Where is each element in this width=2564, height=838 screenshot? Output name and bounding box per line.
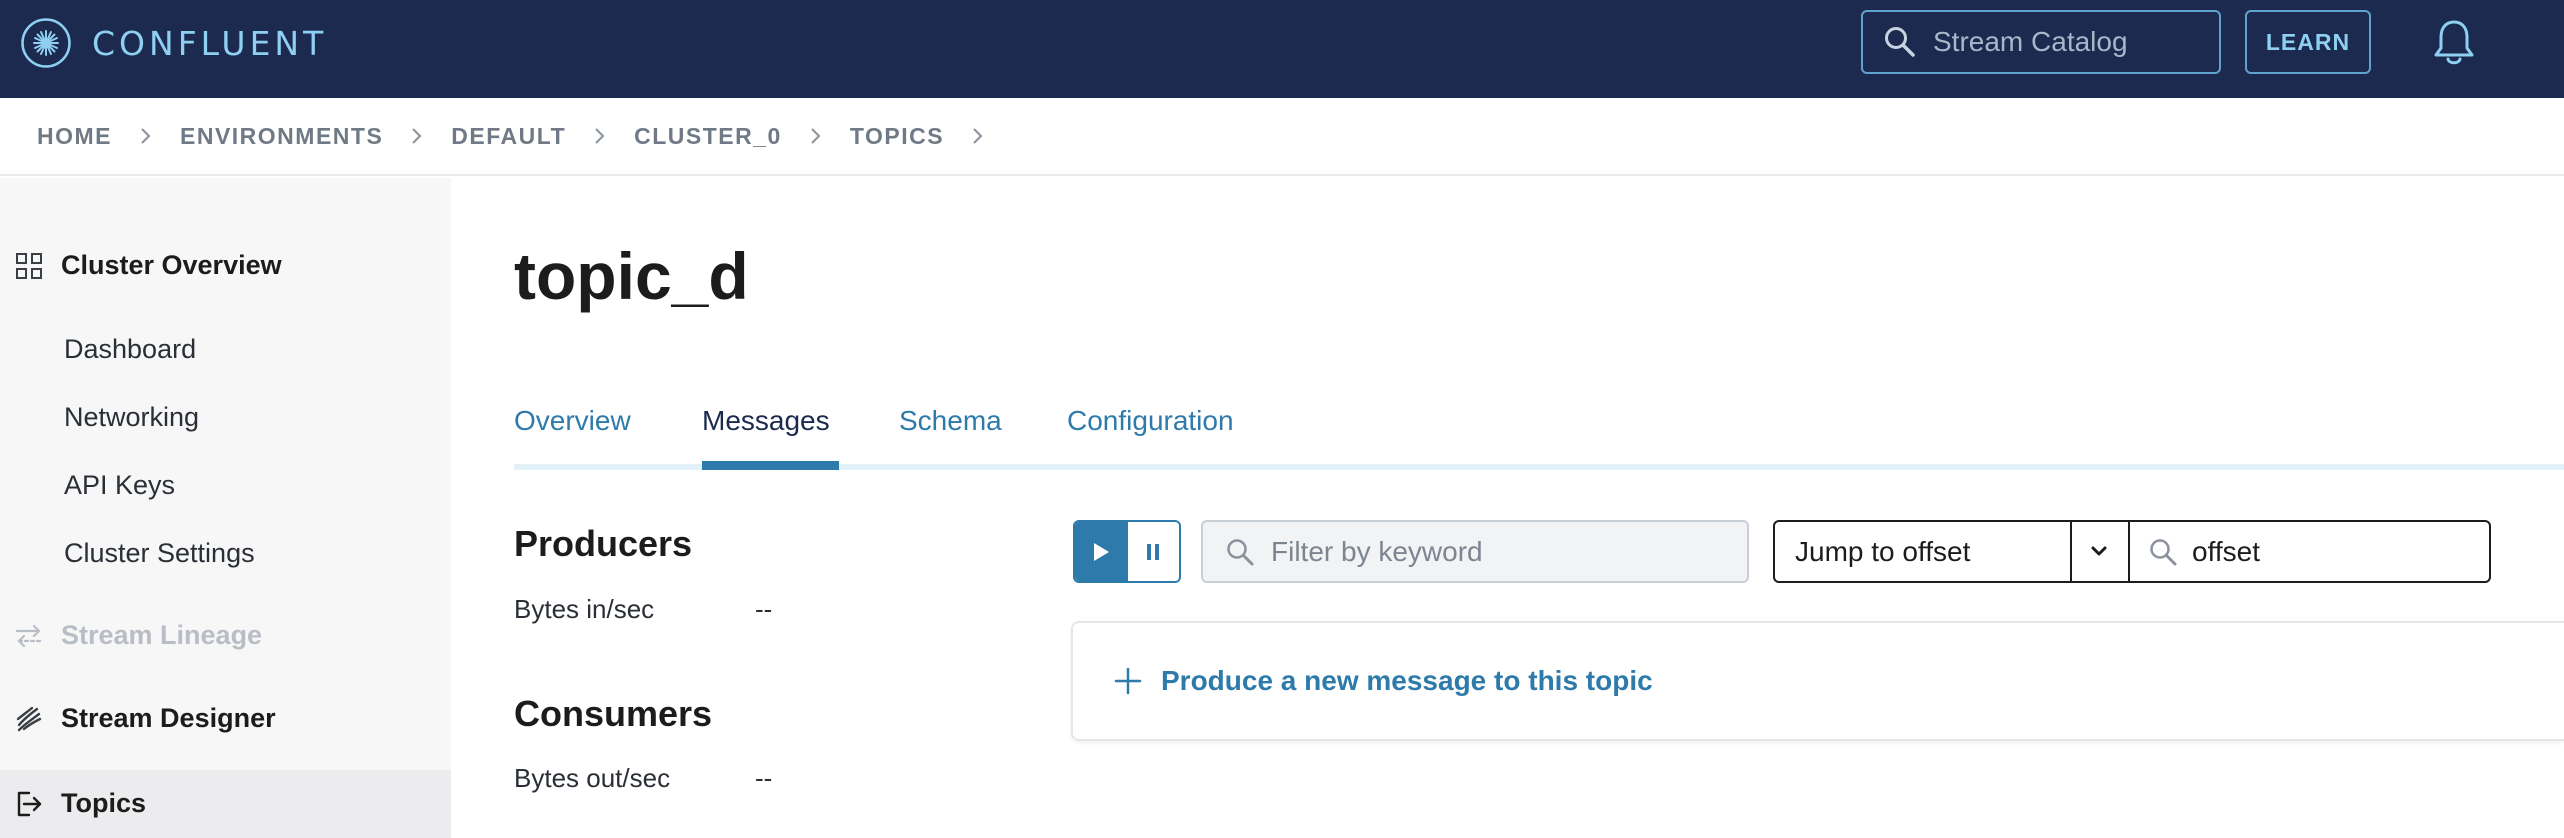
chevron-right-icon bbox=[595, 128, 605, 144]
producers-title: Producers bbox=[514, 523, 693, 564]
sidebar-item-label: Stream Designer bbox=[61, 703, 276, 733]
bytes-out-value: -- bbox=[755, 763, 773, 793]
top-navigation-bar: CONFLUENT LEARN bbox=[0, 0, 2564, 98]
breadcrumb-default[interactable]: DEFAULT bbox=[451, 123, 566, 150]
breadcrumb-environments[interactable]: ENVIRONMENTS bbox=[180, 123, 383, 150]
bytes-out-label: Bytes out/sec bbox=[514, 763, 671, 793]
confluent-logo[interactable]: CONFLUENT bbox=[20, 17, 327, 69]
jump-select-value: Jump to offset bbox=[1795, 535, 1971, 567]
search-icon bbox=[2150, 538, 2177, 565]
active-tab-indicator bbox=[702, 461, 839, 470]
produce-message-card[interactable]: Produce a new message to this topic bbox=[1071, 621, 2564, 741]
topics-icon bbox=[17, 791, 42, 816]
offset-field[interactable] bbox=[2128, 520, 2491, 583]
search-icon bbox=[1885, 27, 1915, 57]
confluent-logo-icon bbox=[21, 18, 71, 68]
sidebar-item-stream-lineage: Stream Lineage bbox=[0, 620, 262, 651]
sidebar-item-cluster-settings[interactable]: Cluster Settings bbox=[64, 538, 255, 569]
sidebar-item-label: Topics bbox=[61, 788, 147, 818]
offset-input[interactable] bbox=[2192, 535, 2472, 568]
tab-configuration[interactable]: Configuration bbox=[1067, 405, 1234, 437]
grid-icon bbox=[16, 252, 42, 279]
notifications-bell-icon[interactable] bbox=[2431, 18, 2477, 68]
select-divider bbox=[2070, 522, 2072, 583]
breadcrumb: HOME ENVIRONMENTS DEFAULT CLUSTER_0 TOPI… bbox=[0, 98, 2564, 176]
play-button[interactable] bbox=[1075, 522, 1128, 581]
learn-button[interactable]: LEARN bbox=[2245, 10, 2371, 74]
stream-designer-icon bbox=[16, 706, 42, 731]
tab-messages[interactable]: Messages bbox=[702, 405, 830, 437]
chevron-right-icon bbox=[141, 128, 151, 144]
search-icon bbox=[1227, 538, 1254, 565]
produce-message-link[interactable]: Produce a new message to this topic bbox=[1161, 665, 1653, 697]
chevron-down-icon[interactable] bbox=[2085, 542, 2113, 562]
breadcrumb-topics[interactable]: TOPICS bbox=[850, 123, 944, 150]
play-pause-toggle bbox=[1073, 520, 1181, 583]
stream-lineage-icon bbox=[15, 624, 43, 647]
sidebar: Cluster Overview Dashboard Networking AP… bbox=[0, 178, 451, 838]
bytes-in-value: -- bbox=[755, 594, 773, 624]
pause-icon bbox=[1147, 543, 1160, 560]
pause-button[interactable] bbox=[1127, 522, 1179, 581]
sidebar-item-dashboard[interactable]: Dashboard bbox=[64, 334, 196, 365]
brand-name: CONFLUENT bbox=[92, 23, 328, 63]
chevron-right-icon bbox=[973, 128, 983, 144]
tab-overview[interactable]: Overview bbox=[514, 405, 631, 437]
sidebar-item-label: Stream Lineage bbox=[61, 620, 263, 650]
consumers-title: Consumers bbox=[514, 693, 713, 734]
topic-tabs: Overview Messages Schema Configuration bbox=[514, 405, 2564, 471]
sidebar-item-cluster-overview[interactable]: Cluster Overview bbox=[0, 250, 282, 281]
stream-catalog-input[interactable] bbox=[1933, 26, 2203, 58]
chevron-right-icon bbox=[811, 128, 821, 144]
chevron-right-icon bbox=[412, 128, 422, 144]
sidebar-item-label: Cluster Overview bbox=[61, 250, 282, 280]
filter-keyword-input[interactable] bbox=[1271, 535, 1721, 568]
stream-catalog-search[interactable] bbox=[1861, 10, 2221, 74]
filter-keyword-field[interactable] bbox=[1201, 520, 1749, 583]
sidebar-item-networking[interactable]: Networking bbox=[64, 402, 199, 433]
sidebar-item-stream-designer[interactable]: Stream Designer bbox=[0, 703, 276, 734]
breadcrumb-cluster[interactable]: CLUSTER_0 bbox=[634, 123, 782, 150]
page-title: topic_d bbox=[514, 239, 749, 313]
jump-to-offset-select[interactable]: Jump to offset bbox=[1773, 520, 2130, 583]
breadcrumb-home[interactable]: HOME bbox=[37, 123, 112, 150]
bytes-in-label: Bytes in/sec bbox=[514, 594, 655, 624]
sidebar-item-topics[interactable]: Topics bbox=[0, 788, 146, 819]
plus-icon bbox=[1114, 667, 1142, 695]
tab-schema[interactable]: Schema bbox=[899, 405, 1002, 437]
sidebar-item-api-keys[interactable]: API Keys bbox=[64, 470, 175, 501]
play-icon bbox=[1094, 542, 1110, 561]
